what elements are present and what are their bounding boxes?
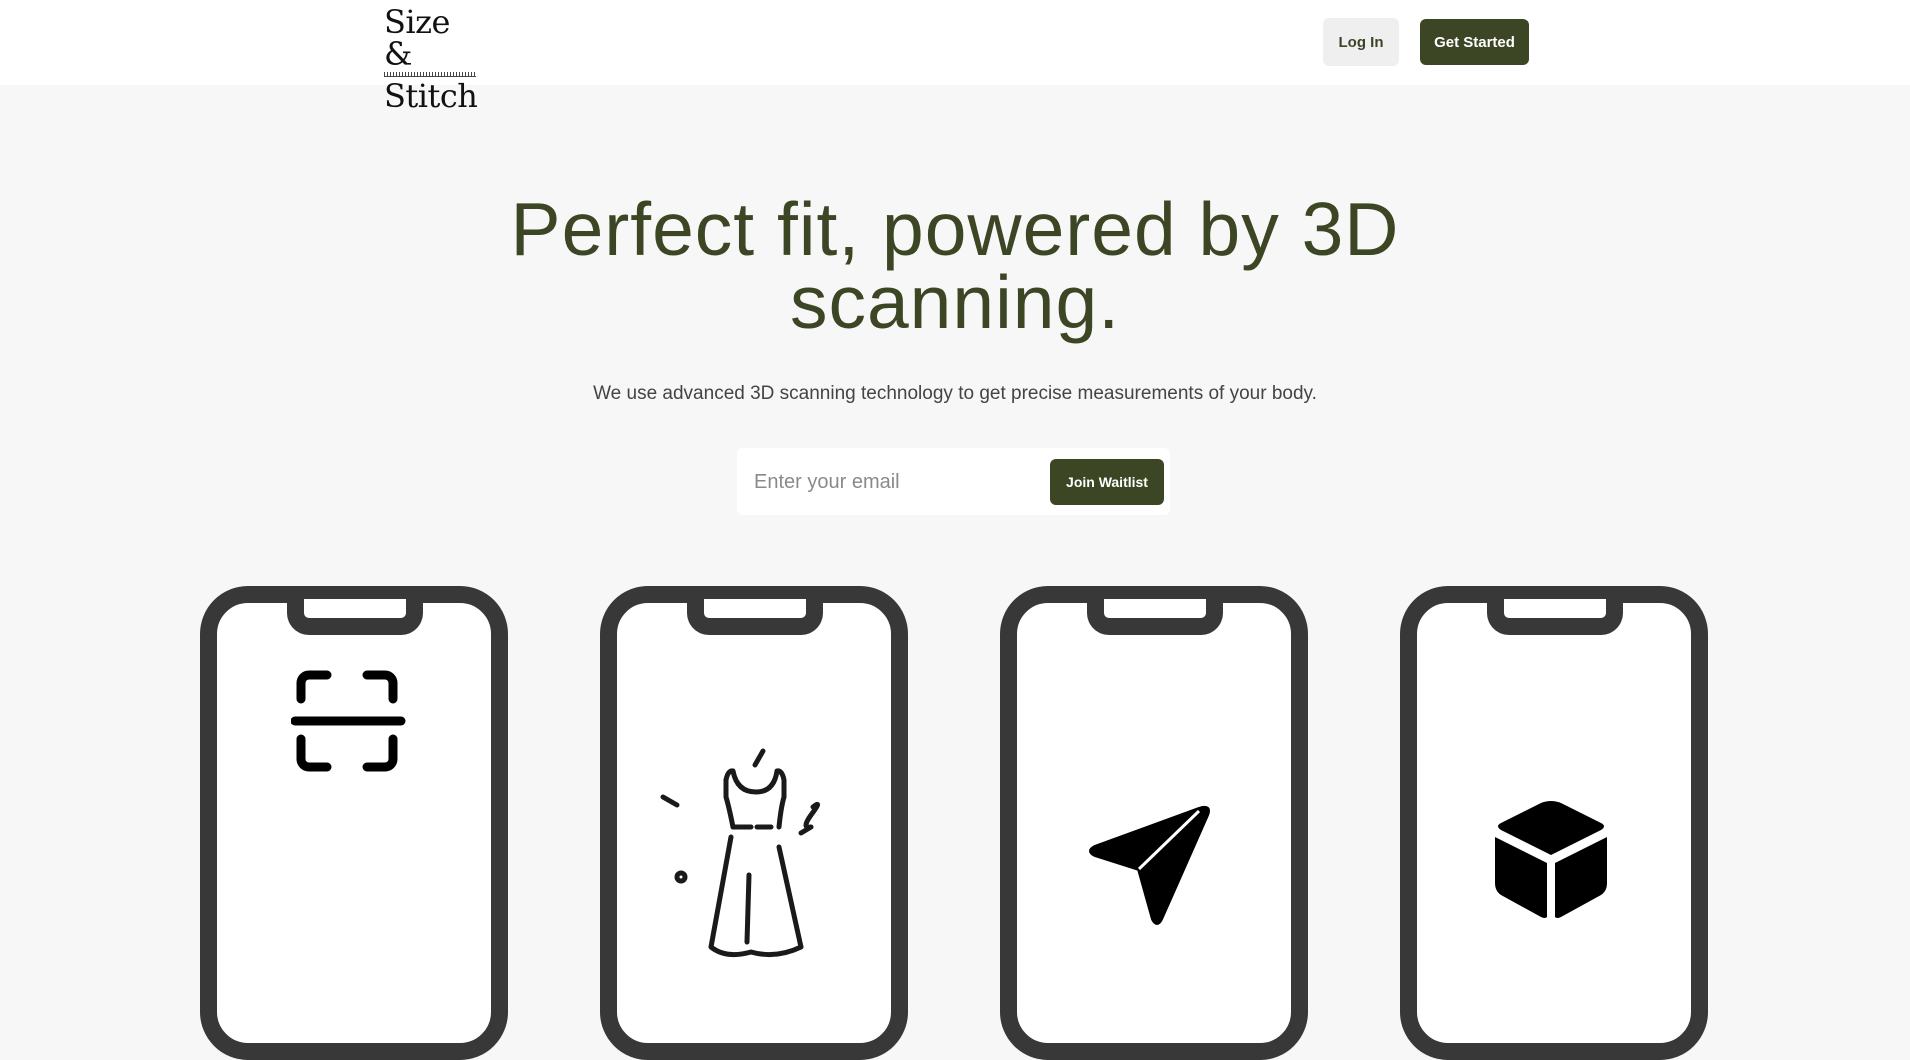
logo-line-1: Size & bbox=[384, 3, 450, 73]
phone-notch bbox=[687, 599, 823, 635]
hero-title: Perfect fit, powered by 3D scanning. bbox=[510, 187, 1400, 344]
email-input[interactable] bbox=[752, 464, 1036, 500]
waitlist-form: Join Waitlist bbox=[737, 448, 1170, 515]
hero-subtitle: We use advanced 3D scanning technology t… bbox=[593, 383, 1317, 404]
phone-notch bbox=[1087, 599, 1223, 635]
login-button[interactable]: Log In bbox=[1323, 18, 1399, 66]
join-waitlist-button[interactable]: Join Waitlist bbox=[1050, 459, 1164, 505]
logo[interactable]: Size & Stitch bbox=[384, 6, 480, 112]
logo-line-2: Stitch bbox=[384, 77, 478, 115]
phone-notch bbox=[1487, 599, 1623, 635]
paper-plane-icon bbox=[1089, 805, 1210, 925]
phone-notch bbox=[287, 599, 423, 635]
dress-icon bbox=[660, 748, 820, 958]
phone-mockup-scan bbox=[200, 586, 508, 1060]
scan-icon bbox=[291, 670, 406, 772]
phone-mockup-send bbox=[1000, 586, 1308, 1060]
phone-mockup-dress bbox=[600, 586, 908, 1060]
get-started-button[interactable]: Get Started bbox=[1420, 19, 1529, 65]
cube-icon bbox=[1495, 801, 1607, 918]
phone-mockup-cube bbox=[1400, 586, 1708, 1060]
site-header: Size & Stitch Log In Get Started bbox=[0, 0, 1910, 112]
